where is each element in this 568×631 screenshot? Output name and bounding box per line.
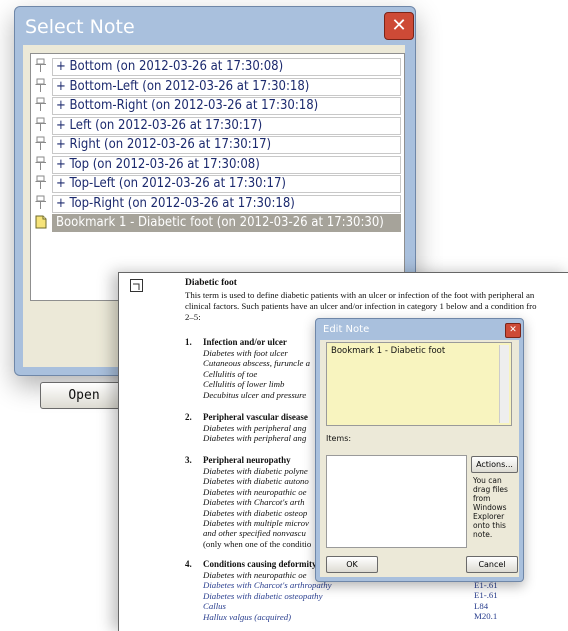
section-line: Cellulitis of lower limb [203, 379, 285, 390]
scrollbar[interactable] [499, 345, 509, 423]
section-line: Diabetes with diabetic osteop [203, 507, 308, 518]
list-item-label: + Bottom-Left (on 2012-03-26 at 17:30:18… [52, 77, 401, 96]
cancel-button[interactable]: Cancel [466, 556, 518, 573]
pin-icon [35, 195, 47, 210]
close-icon[interactable]: ✕ [505, 323, 521, 338]
list-item[interactable]: + Left (on 2012-03-26 at 17:30:17) [34, 116, 402, 135]
section-line: Diabetes with Charcot's arth [203, 497, 305, 508]
list-item-label: + Top-Left (on 2012-03-26 at 17:30:17) [52, 175, 401, 193]
items-label: Items: [326, 434, 352, 443]
diagnosis-code: M20.1 [474, 611, 498, 622]
list-item-label: Bookmark 1 - Diabetic foot (on 2012-03-2… [52, 214, 401, 232]
section-heading: Conditions causing deformity [203, 559, 317, 569]
list-item-label: + Top (on 2012-03-26 at 17:30:08) [52, 155, 401, 174]
section-line: Diabetes with Charcot's arthropathy [203, 580, 332, 591]
close-icon[interactable]: ✕ [384, 12, 414, 40]
section-line: Diabetes with diabetic autono [203, 476, 309, 487]
select-note-title: Select Note [25, 16, 135, 38]
intro-line: This term is used to define diabetic pat… [185, 290, 535, 300]
note-list[interactable]: + Bottom (on 2012-03-26 at 17:30:08) + Bo… [30, 53, 405, 301]
section-line: Cutaneous abscess, furuncle a [203, 358, 311, 369]
actions-button[interactable]: Actions... [471, 456, 518, 473]
list-item-label: + Right (on 2012-03-26 at 17:30:17) [52, 136, 401, 154]
list-item[interactable]: + Top-Left (on 2012-03-26 at 17:30:17) [34, 174, 402, 193]
section-number: 2. [185, 412, 192, 422]
bookmark-icon [35, 214, 47, 229]
section-line: Diabetes with multiple microv [203, 518, 309, 528]
section-line: Diabetes with peripheral ang [203, 423, 307, 433]
note-text-area[interactable]: Bookmark 1 - Diabetic foot [326, 342, 512, 426]
list-item-label: + Bottom-Right (on 2012-03-26 at 17:30:1… [52, 97, 401, 115]
pin-icon [35, 117, 47, 132]
document-heading: Diabetic foot [185, 278, 237, 288]
section-number: 3. [185, 455, 192, 465]
section-number: 4. [185, 559, 192, 569]
drag-hint-text: You can drag files from Windows Explorer… [473, 476, 508, 539]
section-line: Diabetes with neuropathic oe [203, 570, 307, 580]
open-button[interactable]: Open [40, 382, 128, 409]
section-line: Callus [203, 601, 226, 612]
list-item[interactable]: Bookmark 1 - Diabetic foot (on 2012-03-2… [34, 213, 402, 232]
pin-icon [35, 58, 47, 73]
section-line: (only when one of the conditio [203, 538, 312, 549]
pin-icon [35, 136, 47, 151]
diagnosis-code: E1-.61 [474, 590, 498, 601]
diagnosis-code: L84 [474, 600, 489, 611]
list-item[interactable]: + Bottom (on 2012-03-26 at 17:30:08) [34, 57, 402, 76]
pin-icon [35, 78, 47, 93]
edit-note-dialog: Edit Note ✕ Bookmark 1 - Diabetic foot I… [315, 318, 524, 582]
list-item-label: + Top-Right (on 2012-03-26 at 17:30:18) [52, 194, 401, 213]
page-icon [130, 279, 143, 292]
section-heading: Peripheral neuropathy [203, 455, 291, 465]
items-list[interactable] [326, 455, 467, 548]
section-line: Diabetes with foot ulcer [203, 348, 288, 358]
edit-note-body: Bookmark 1 - Diabetic foot Items: Action… [320, 340, 519, 577]
section-heading: Infection and/or ulcer [203, 337, 287, 347]
edit-note-title: Edit Note [323, 324, 370, 335]
section-line: Hallux valgus (acquired) [203, 611, 292, 622]
list-item-label: + Left (on 2012-03-26 at 17:30:17) [52, 116, 401, 135]
pin-icon [35, 97, 47, 112]
section-line: Decubitus ulcer and pressure [203, 389, 307, 400]
section-line: Diabetes with diabetic polyne [203, 466, 308, 476]
section-line: and other specified nonvascu [203, 528, 306, 539]
section-line: Diabetes with peripheral ang [203, 433, 307, 444]
list-item[interactable]: + Right (on 2012-03-26 at 17:30:17) [34, 135, 402, 154]
section-number: 1. [185, 337, 192, 347]
note-text: Bookmark 1 - Diabetic foot [331, 346, 446, 356]
pin-icon [35, 175, 47, 190]
list-item[interactable]: + Top (on 2012-03-26 at 17:30:08) [34, 155, 402, 174]
list-item[interactable]: + Bottom-Left (on 2012-03-26 at 17:30:18… [34, 77, 402, 96]
section-line: Diabetes with diabetic osteopathy [203, 590, 323, 601]
list-item[interactable]: + Bottom-Right (on 2012-03-26 at 17:30:1… [34, 96, 402, 115]
list-item-label: + Bottom (on 2012-03-26 at 17:30:08) [52, 58, 401, 76]
section-line: Cellulitis of toe [203, 368, 258, 379]
section-heading: Peripheral vascular disease [203, 412, 308, 422]
ok-button[interactable]: OK [326, 556, 378, 573]
section-line: Diabetes with neuropathic oe [203, 486, 307, 497]
intro-line: 2–5: [185, 312, 201, 322]
list-item[interactable]: + Top-Right (on 2012-03-26 at 17:30:18) [34, 194, 402, 213]
intro-line: clinical factors. Such patients have an … [185, 301, 537, 311]
pin-icon [35, 156, 47, 171]
